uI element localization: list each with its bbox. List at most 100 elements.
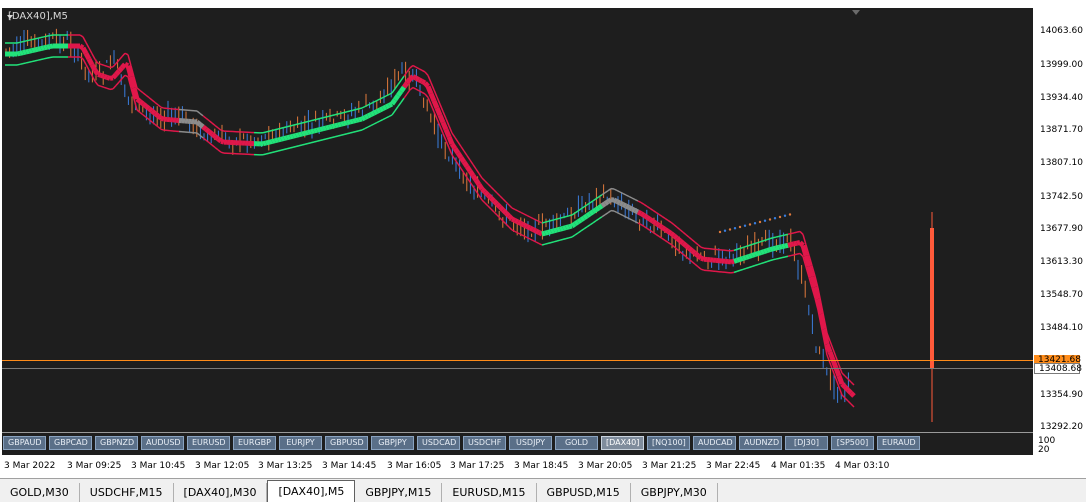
trend-band-segment [554,230,557,231]
trend-envelope-segment [305,122,308,123]
trend-band-segment [296,135,299,136]
symbol-button[interactable]: USDCAD [417,436,460,450]
symbol-button[interactable]: [NQ100] [647,436,690,450]
trend-band-segment [326,127,329,128]
trend-envelope-segment [35,60,38,61]
trend-envelope-segment [551,220,554,221]
trend-envelope-segment [563,217,566,218]
trend-envelope-segment [359,108,362,109]
price-axis-label: 13999.00 [1040,60,1083,70]
trend-band-segment [209,132,212,134]
trend-envelope-segment [359,130,362,131]
trend-band-segment [689,248,692,251]
trend-envelope-segment [311,142,314,143]
trend-envelope-segment [731,272,734,273]
chart-tab[interactable]: [DAX40],M30 [174,483,268,502]
symbol-button[interactable]: GBPUSD [325,436,368,450]
price-axis-label: 13677.90 [1040,224,1083,234]
price-axis-label: 13934.40 [1040,93,1083,103]
symbol-button[interactable]: AUDNZD [739,436,782,450]
trend-band-segment [440,115,443,122]
trend-band-segment [107,77,110,78]
trend-envelope-segment [731,250,734,251]
symbol-button[interactable]: EURGBP [233,436,276,450]
trend-band-segment [149,109,152,111]
trend-band-segment [305,133,308,134]
trend-band-segment [599,206,602,208]
price-axis-label: 13742.50 [1040,192,1083,202]
trend-band-segment [563,228,566,229]
trend-envelope-segment [758,242,761,243]
trend-band-segment [641,214,644,216]
trend-band-segment [431,94,434,101]
symbol-button[interactable]: EURJPY [279,436,322,450]
symbol-button[interactable]: GBPAUD [3,436,46,450]
trend-band-segment [635,211,638,213]
trend-band-segment [590,212,593,214]
symbol-button[interactable]: EURAUD [877,436,920,450]
trend-envelope-segment [734,271,737,272]
symbol-button[interactable]: GOLD [555,436,598,450]
chart-tab[interactable]: GOLD,M30 [0,483,80,502]
trend-envelope-segment [41,59,44,60]
trend-band-segment [377,110,380,112]
trend-band-segment [701,258,704,259]
chart-tab[interactable]: USDCHF,M15 [80,483,174,502]
chart-window[interactable]: [DAX40],M5 14063.6013999.0013934.4013871… [0,0,1086,478]
time-axis-label: 3 Mar 12:05 [195,461,249,471]
trend-band-segment [116,71,119,74]
trend-band-segment [131,77,134,88]
symbol-button[interactable]: GBPNZD [95,436,138,450]
trend-band-segment [464,162,467,167]
trend-envelope-segment [761,263,764,264]
chart-tab[interactable]: [DAX40],M5 [267,480,355,502]
symbol-button[interactable]: GBPCAD [49,436,92,450]
trend-band-segment [221,141,224,142]
trend-band-segment [119,68,122,71]
symbol-button[interactable]: [SP500] [831,436,874,450]
trend-envelope-segment [329,116,332,117]
chart-canvas[interactable] [0,0,1086,478]
trend-envelope-segment [161,129,164,130]
trend-band-segment [269,142,272,143]
trend-envelope-segment [545,221,548,222]
symbol-button[interactable]: EURUSD [187,436,230,450]
trend-envelope-segment [341,135,344,136]
symbol-button[interactable]: AUDCAD [693,436,736,450]
symbol-button[interactable]: AUDUSD [141,436,184,450]
trend-band-segment [266,142,269,143]
symbol-button[interactable]: USDJPY [509,436,552,450]
trend-band-segment [302,133,305,134]
trend-band-segment [383,107,386,109]
trend-envelope-segment [305,144,308,145]
trend-envelope-segment [98,63,101,64]
chart-tab[interactable]: EURUSD,M15 [442,483,536,502]
trend-envelope-segment [269,131,272,132]
trend-envelope-segment [101,86,104,87]
trend-envelope-segment [101,64,104,65]
trend-band-segment [371,113,374,115]
trend-envelope-segment [44,36,47,37]
trend-envelope-segment [761,241,764,242]
trend-envelope-segment [737,248,740,249]
symbol-button[interactable]: [DAX40] [601,436,644,450]
chart-tab[interactable]: GBPJPY,M30 [631,483,718,502]
trend-band-segment [491,198,494,201]
trend-band-segment [155,113,158,115]
trend-band-segment [566,227,569,228]
trend-band-segment [836,368,839,376]
symbol-button[interactable]: [DJ30] [785,436,828,450]
trend-envelope-segment [266,153,269,154]
chart-tab[interactable]: GBPUSD,M15 [537,483,631,502]
signal-dot [769,218,771,220]
time-axis-label: 4 Mar 01:35 [771,461,825,471]
trend-envelope-segment [758,264,761,265]
trend-band-segment [29,51,32,52]
trend-band-segment [734,260,737,261]
symbol-button[interactable]: USDCHF [463,436,506,450]
trend-band-segment [773,248,776,249]
trend-band-segment [827,344,830,352]
trend-band-segment [743,257,746,258]
chart-tab[interactable]: GBPJPY,M15 [355,483,442,502]
symbol-button[interactable]: GBPJPY [371,436,414,450]
